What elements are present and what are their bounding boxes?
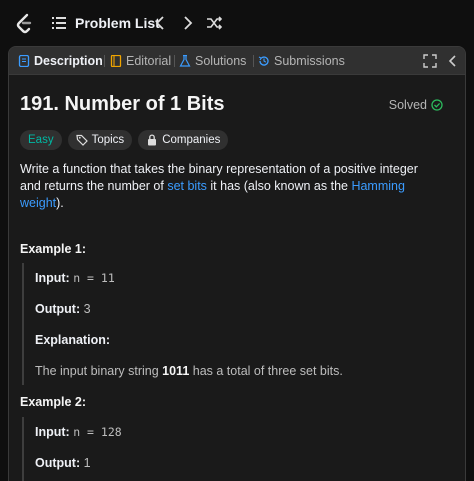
explanation-text: has a total of three set bits. [189, 364, 343, 378]
input-label: Input: [35, 425, 70, 439]
problem-description: Write a function that takes the binary r… [20, 161, 440, 212]
solved-status: Solved [389, 98, 443, 112]
collapse-icon[interactable] [447, 54, 459, 68]
output-value: 3 [83, 302, 91, 316]
topics-button[interactable]: Topics [67, 130, 133, 150]
flask-icon [179, 54, 191, 67]
input-value: n = 128 [73, 425, 122, 439]
tab-divider [174, 55, 175, 67]
tab-submissions-label: Submissions [274, 53, 345, 68]
explanation-text: The input binary string [35, 364, 163, 378]
description-panel: Description Editorial Solutions Submissi… [8, 46, 466, 481]
example-1-explanation: The input binary string 1011 has a total… [35, 364, 343, 378]
output-label: Output: [35, 456, 81, 470]
expand-icon[interactable] [423, 54, 437, 68]
chevron-left-icon[interactable] [152, 14, 168, 32]
tab-description-label: Description [34, 53, 103, 68]
output-value: 1 [83, 456, 91, 470]
example-2-input: Input: n = 128 [35, 425, 122, 439]
shuffle-icon[interactable] [205, 14, 223, 32]
difficulty-badge: Easy [20, 130, 62, 150]
tab-divider [104, 55, 105, 67]
example-1-input: Input: n = 11 [35, 271, 115, 285]
example-1-output: Output: 3 [35, 302, 91, 316]
panel-tabs: Description Editorial Solutions Submissi… [9, 47, 465, 75]
example-1-title: Example 1: [20, 242, 87, 256]
tab-solutions-label: Solutions [195, 53, 247, 68]
companies-button[interactable]: Companies [138, 130, 229, 150]
page-title: 191. Number of 1 Bits [20, 93, 225, 115]
tag-badges: Easy Topics Companies [20, 130, 229, 150]
book-icon [110, 54, 122, 67]
solved-label: Solved [388, 98, 427, 112]
explanation-bold: 1011 [162, 364, 190, 378]
leetcode-logo-icon[interactable] [14, 13, 34, 35]
lock-icon [148, 134, 157, 146]
check-circle-icon [431, 99, 443, 111]
set-bits-link[interactable]: set bits [167, 179, 207, 193]
description-text: ). [56, 196, 64, 210]
example-1-explanation-label: Explanation: [35, 333, 110, 347]
tag-icon [75, 134, 88, 146]
tab-editorial[interactable]: Editorial [110, 47, 171, 75]
problem-content: 191. Number of 1 Bits Solved Easy Topics [9, 75, 465, 481]
tab-submissions[interactable]: Submissions [258, 47, 345, 75]
chevron-right-icon[interactable] [180, 14, 196, 32]
tab-divider [253, 55, 254, 67]
tab-description[interactable]: Description [18, 47, 103, 75]
tab-editorial-label: Editorial [126, 53, 172, 68]
input-value: n = 11 [73, 271, 115, 285]
document-icon [18, 54, 30, 67]
output-label: Output: [35, 302, 81, 316]
top-bar: Problem List [0, 0, 474, 46]
example-2-output: Output: 1 [35, 456, 91, 470]
topics-label: Topics [91, 134, 125, 146]
input-label: Input: [35, 271, 70, 285]
history-icon [258, 55, 269, 66]
problem-list-link[interactable]: Problem List [75, 15, 160, 31]
tab-solutions[interactable]: Solutions [179, 47, 246, 75]
explanation-label: Explanation: [35, 333, 111, 347]
companies-label: Companies [162, 134, 221, 146]
list-icon[interactable] [52, 16, 66, 30]
description-text: it has (also known as the [206, 179, 352, 193]
example-2-title: Example 2: [20, 395, 87, 409]
